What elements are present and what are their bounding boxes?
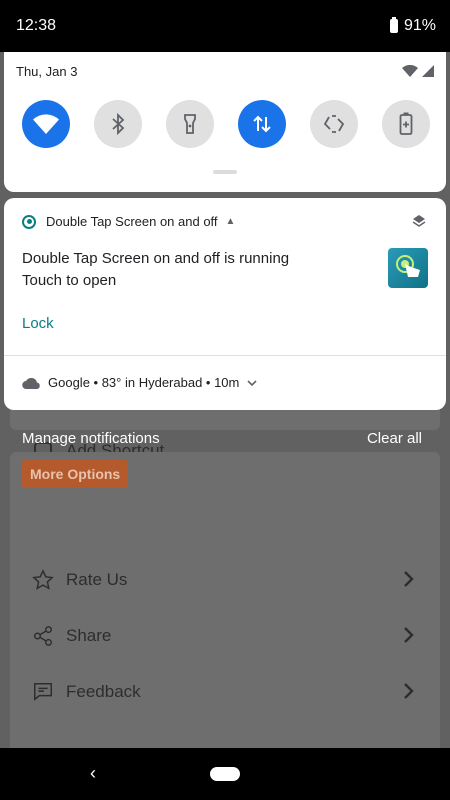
qs-tiles [22,100,430,148]
notification-divider [4,355,446,356]
chevron-right-icon [402,625,416,650]
weather-text: Google • 83° in Hyderabad • 10m [48,375,240,390]
share-row: Share [32,619,422,653]
status-time: 12:38 [16,17,57,34]
battery-percent: 91% [403,17,436,34]
wifi-tile[interactable] [22,100,70,148]
mobile-data-tile[interactable] [238,100,286,148]
feedback-icon [32,681,54,703]
quick-settings-panel: Thu, Jan 3 [4,52,446,192]
qs-date: Thu, Jan 3 [16,64,78,79]
manage-notifications-button[interactable]: Manage notifications [22,430,160,447]
rate-us-row: Rate Us [32,563,422,597]
notification-title: Double Tap Screen on and off is running [22,250,290,267]
rate-us-label: Rate Us [66,570,128,589]
status-bar: 12:38 91% [0,0,450,52]
battery-icon [389,17,398,33]
battery-saver-tile[interactable] [382,100,430,148]
rotate-icon [323,115,345,133]
weather-notification[interactable]: Google • 83° in Hyderabad • 10m [22,375,257,390]
cloud-icon [22,377,40,389]
navigation-bar: ‹ [0,748,450,800]
home-pill[interactable] [210,767,240,781]
chevron-right-icon [402,569,416,594]
clear-all-button[interactable]: Clear all [367,430,422,447]
cell-signal-icon [422,65,434,77]
notification-header: Double Tap Screen on and off ▲ [22,214,235,229]
chevron-right-icon [402,681,416,706]
bluetooth-tile[interactable] [94,100,142,148]
wifi-icon [33,114,59,134]
flashlight-tile[interactable] [166,100,214,148]
double-tap-app-icon [388,248,428,288]
back-icon[interactable]: ‹ [90,763,96,784]
more-options-badge: More Options [22,460,129,488]
feedback-row: Feedback [32,675,422,709]
status-right: 91% [389,17,436,35]
app-notification-icon [22,214,36,229]
layers-icon [412,214,426,233]
share-icon [32,625,54,647]
bluetooth-icon [112,113,125,135]
qs-signal-indicators [402,65,434,77]
lock-action-button[interactable]: Lock [22,315,54,332]
star-icon [32,569,54,591]
auto-rotate-tile[interactable] [310,100,358,148]
qs-drag-handle[interactable] [213,170,237,174]
feedback-label: Feedback [66,682,141,701]
notification-text: Touch to open [22,272,117,289]
notification-app-name: Double Tap Screen on and off [46,214,218,229]
data-arrows-icon [253,115,271,133]
flashlight-icon [184,114,196,134]
expand-caret-icon[interactable]: ▲ [226,216,236,227]
notification-card[interactable]: Double Tap Screen on and off ▲ Double Ta… [4,198,446,410]
battery-plus-icon [399,112,413,135]
share-label: Share [66,626,112,645]
wifi-signal-icon [402,65,418,77]
chevron-down-icon[interactable] [247,379,257,387]
